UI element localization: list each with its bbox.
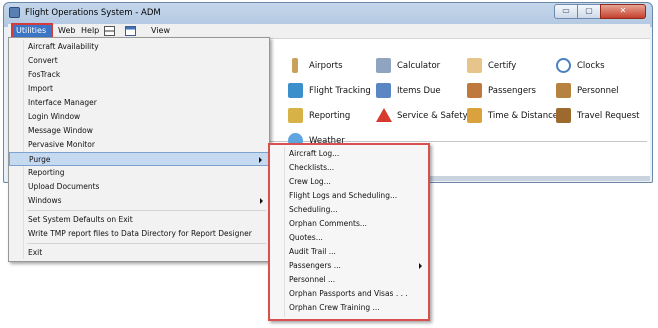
calendar-icon[interactable]: [125, 26, 136, 36]
submenu-item-orphan-passports-visas[interactable]: Orphan Passports and Visas . . .: [270, 287, 428, 301]
tile-label: Airports: [309, 61, 343, 71]
tile-label: Flight Tracking: [309, 86, 371, 96]
tile-label: Items Due: [397, 86, 441, 96]
menu-item-fostrack[interactable]: FosTrack: [9, 68, 269, 82]
menu-item-label: Windows: [28, 196, 62, 205]
tile-label: Certify: [488, 61, 517, 71]
submenu-arrow-icon: [419, 263, 422, 269]
maximize-button[interactable]: ▢: [577, 4, 601, 19]
minimize-button[interactable]: ▭: [554, 4, 578, 19]
submenu-item-scheduling[interactable]: Scheduling...: [270, 203, 428, 217]
menu-item-write-tmp-report-files[interactable]: Write TMP report files to Data Directory…: [9, 227, 269, 241]
tile-label: Reporting: [309, 111, 351, 121]
close-button[interactable]: ✕: [600, 4, 646, 19]
warning-icon: [376, 108, 392, 122]
menu-item-purge[interactable]: Purge: [9, 152, 269, 166]
window-title: Flight Operations System - ADM: [25, 8, 161, 18]
submenu-item-personnel[interactable]: Personnel ...: [270, 273, 428, 287]
utilities-menu: Aircraft Availability Convert FosTrack I…: [8, 37, 270, 262]
menu-item-label: Passengers ...: [289, 261, 341, 270]
purge-submenu: Aircraft Log... Checklists... Crew Log..…: [268, 143, 430, 321]
submenu-item-audit-trail[interactable]: Audit Trail ...: [270, 245, 428, 259]
print-icon[interactable]: [104, 26, 115, 36]
tile-label: Clocks: [577, 61, 605, 71]
menu-item-exit[interactable]: Exit: [9, 246, 269, 260]
submenu-item-flight-logs-scheduling[interactable]: Flight Logs and Scheduling...: [270, 189, 428, 203]
menu-item-convert[interactable]: Convert: [9, 54, 269, 68]
submenu-item-crew-log[interactable]: Crew Log...: [270, 175, 428, 189]
tile-label: Travel Request: [577, 111, 640, 121]
submenu-item-orphan-comments[interactable]: Orphan Comments...: [270, 217, 428, 231]
submenu-item-orphan-crew-training[interactable]: Orphan Crew Training ...: [270, 301, 428, 315]
tile-label: Time & Distance: [488, 111, 559, 121]
signpost-icon: [467, 108, 482, 123]
menu-item-interface-manager[interactable]: Interface Manager: [9, 96, 269, 110]
title-bar: Flight Operations System - ADM ▭ ▢ ✕: [4, 3, 652, 23]
menu-item-message-window[interactable]: Message Window: [9, 124, 269, 138]
menu-item-pervasive-monitor[interactable]: Pervasive Monitor: [9, 138, 269, 152]
submenu-arrow-icon: [259, 157, 262, 163]
menu-item-upload-documents[interactable]: Upload Documents: [9, 180, 269, 194]
tile-label: Calculator: [397, 61, 441, 71]
app-icon: [9, 7, 20, 18]
certificate-icon: [467, 58, 482, 73]
flight-tracking-icon: [288, 83, 303, 98]
travel-request-icon: [556, 108, 571, 123]
tile-label: Passengers: [488, 86, 536, 96]
tile-label: Personnel: [577, 86, 619, 96]
personnel-icon: [556, 83, 571, 98]
menu-item-aircraft-availability[interactable]: Aircraft Availability: [9, 40, 269, 54]
menu-item-set-system-defaults[interactable]: Set System Defaults on Exit: [9, 213, 269, 227]
menu-item-import[interactable]: Import: [9, 82, 269, 96]
submenu-item-passengers[interactable]: Passengers ...: [270, 259, 428, 273]
menu-item-reporting[interactable]: Reporting: [9, 166, 269, 180]
reporting-icon: [288, 108, 303, 123]
menu-item-label: Purge: [29, 155, 51, 164]
menu-divider: [27, 210, 266, 211]
clock-icon: [556, 58, 571, 73]
submenu-arrow-icon: [260, 198, 263, 204]
submenu-item-checklists[interactable]: Checklists...: [270, 161, 428, 175]
items-due-icon: [376, 83, 391, 98]
submenu-item-quotes[interactable]: Quotes...: [270, 231, 428, 245]
menu-divider: [27, 243, 266, 244]
submenu-item-aircraft-log[interactable]: Aircraft Log...: [270, 147, 428, 161]
passengers-icon: [467, 83, 482, 98]
tile-label: Service & Safety: [397, 111, 468, 121]
airport-icon: [292, 58, 298, 73]
menu-item-windows[interactable]: Windows: [9, 194, 269, 208]
menu-item-login-window[interactable]: Login Window: [9, 110, 269, 124]
calculator-icon: [376, 58, 391, 73]
